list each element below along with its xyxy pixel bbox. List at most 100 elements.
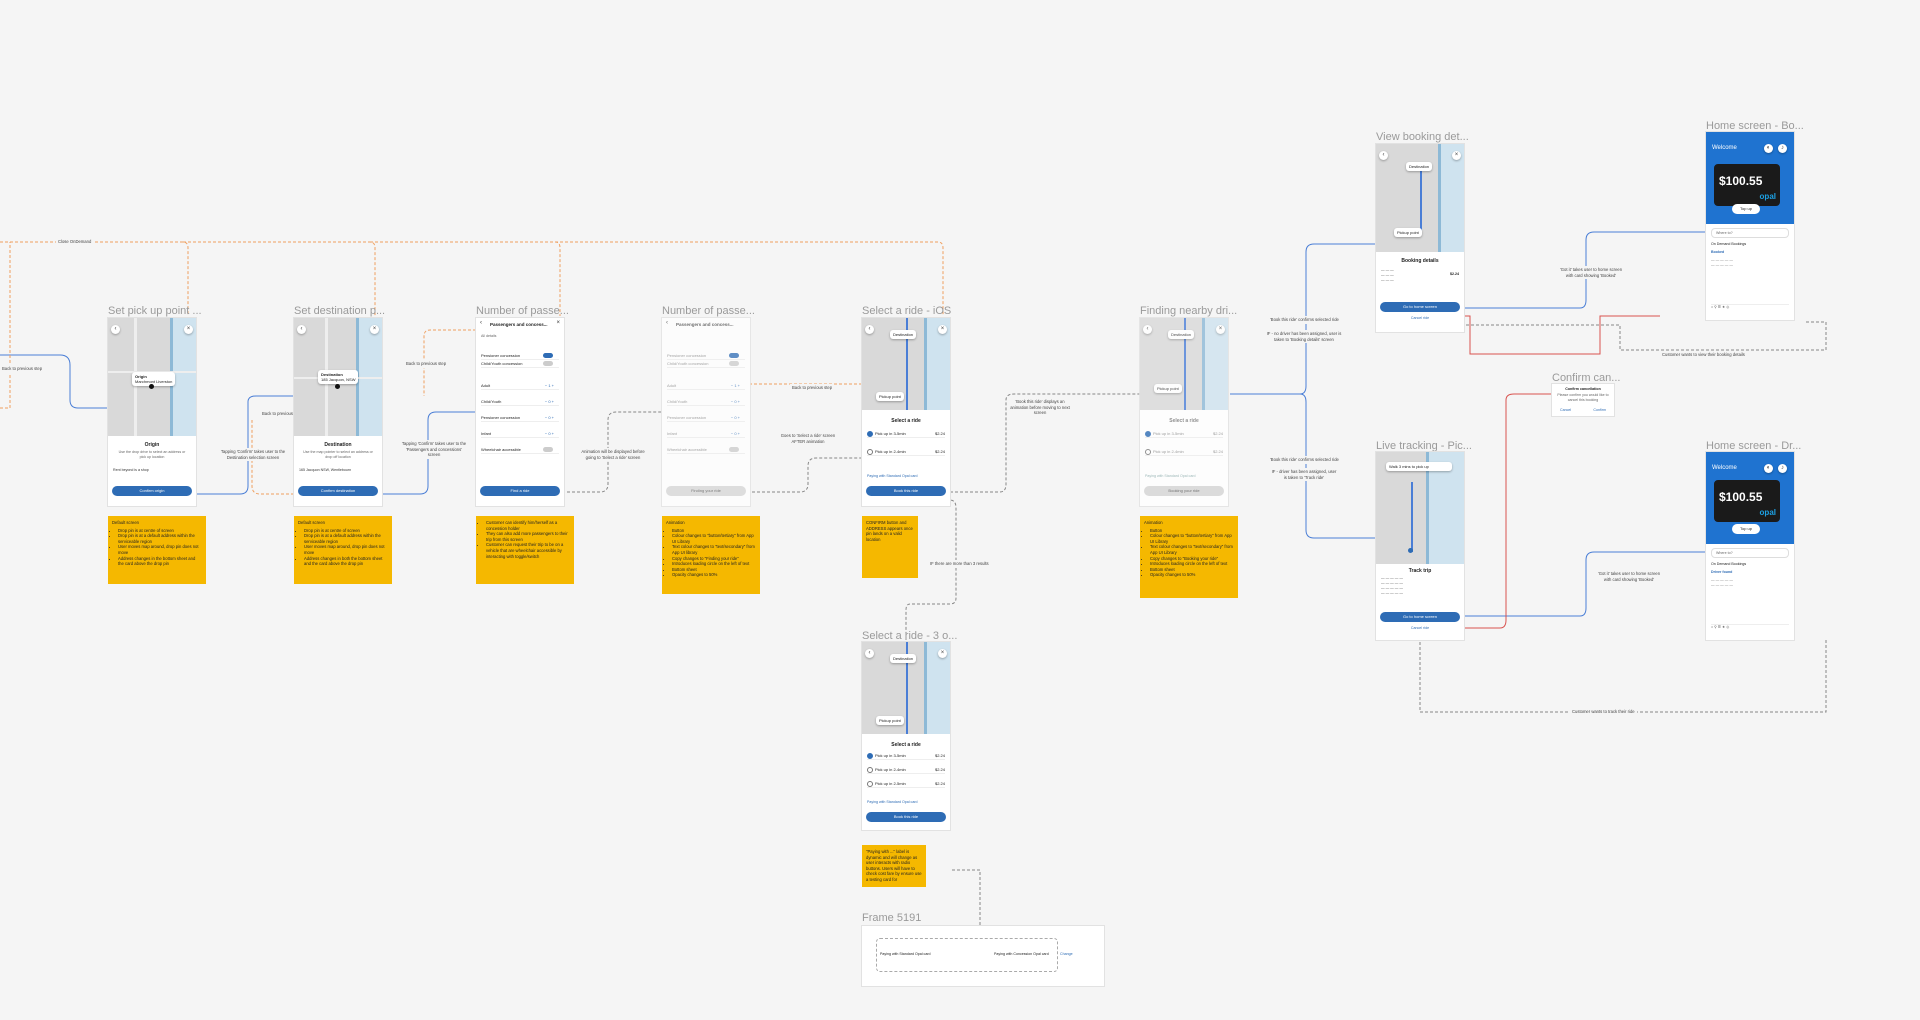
back-icon[interactable]: ‹ [297,325,306,334]
change-link[interactable]: Change [1060,952,1073,957]
booked-badge: Booked [1711,250,1725,254]
ride-option-1[interactable]: Pick up in 3-5min $2.24 [867,752,945,760]
bottom-nav[interactable]: ⌂ ⚲ ☰ ★ ◎ [1711,304,1789,310]
back-icon[interactable]: ‹ [480,320,482,326]
top-up-button[interactable]: Top up [1732,524,1760,534]
frame-label-finding: Finding nearby dri... [1140,305,1238,317]
dialog-confirm-cancellation: Confirm cancellation Please confirm you … [1552,384,1614,416]
frame-label-confirm: Confirm can... [1552,372,1621,384]
opal-card[interactable]: $100.55 opal [1714,164,1780,206]
payment-link[interactable]: Paying with Standard Opal card [1145,474,1196,479]
close-icon[interactable]: × [938,325,947,334]
welcome-text: Welcome [1712,465,1737,471]
confirm-origin-button[interactable]: Confirm origin [112,486,192,496]
book-ride-button[interactable]: Book this ride [866,486,946,496]
close-icon[interactable]: × [556,320,560,326]
passenger-infant: Infant − 0 + [481,430,559,438]
opal-logo: opal [1759,192,1776,201]
sticky-select3: "Paying with ..." label is dynamic and w… [862,845,926,887]
home-screen-button[interactable]: Go to home screen [1380,612,1460,622]
pin-bubble: Origin Marchmont Liverston [132,372,176,386]
phone-view-booking: ‹ × Destination Pickup point Booking det… [1376,144,1464,332]
profile-icon[interactable]: ◐ [1764,464,1773,473]
book-ride-button[interactable]: Book this ride [866,812,946,822]
close-icon[interactable]: × [184,325,193,334]
ride-option-2[interactable]: Pick up in 2-4min $2.24 [867,448,945,456]
passenger-adult: Adult − 1 + [481,382,559,390]
option-child[interactable]: Child/Youth concession [667,360,745,368]
profile-icon[interactable]: ◐ [1764,144,1773,153]
phone-home-driver: Welcome ◐ ♪ $100.55 opal Top up Where to… [1706,452,1794,640]
passenger-pensioner: Pensioner concession − 0 + [481,414,559,422]
confirm-destination-button[interactable]: Confirm destination [298,486,378,496]
note-customer-track: Customer wants to track their ride [1570,708,1637,716]
note-back-prev2: Back to previous step [404,360,449,368]
back-icon[interactable]: ‹ [666,320,668,326]
note-if-more: IF there are more than 3 results [928,560,991,568]
address-field[interactable]: Rent beyond is a shop [113,468,149,473]
option-child[interactable]: Child/Youth concession [481,360,559,368]
frame-label-destination: Set destination p... [294,305,386,317]
back-icon[interactable]: ‹ [865,325,874,334]
passenger-infant: Infant − 0 + [667,430,745,438]
note-back-prev3: Back to previous step [790,384,835,392]
back-icon[interactable]: ‹ [865,649,874,658]
ride-option-2[interactable]: Pick up in 2-4min $2.24 [1145,448,1223,456]
option-wheelchair[interactable]: Wheelchair accessible [667,446,745,454]
bell-icon[interactable]: ♪ [1778,464,1787,473]
pin-bubble: Destination 185 Jacquon, NSW [318,370,359,384]
payment-link[interactable]: Paying with Standard Opal card [867,474,918,479]
back-icon[interactable]: ‹ [1143,325,1152,334]
close-icon[interactable]: × [938,649,947,658]
payment-option-standard[interactable]: Paying with Standard Opal card [880,952,931,957]
driver-badge: Driver found [1711,570,1733,574]
top-up-button[interactable]: Top up [1732,204,1760,214]
cancel-ride-link[interactable]: Cancel ride [1376,316,1464,321]
drop-pin-icon [149,384,154,389]
back-icon[interactable]: ‹ [1379,151,1388,160]
back-icon[interactable]: ‹ [111,325,120,334]
frame-label-select-ios: Select a ride - iOS [862,305,952,317]
search-input[interactable]: Where to? [1711,228,1789,238]
note-goes-to: Goes to 'Select a ride' screen AFTER ani… [776,432,840,445]
close-icon[interactable]: × [1216,325,1225,334]
destination-bubble: Destination [1406,162,1433,171]
payment-option-concession[interactable]: Paying with Concession Opal card [994,952,1049,957]
destination-bubble: Destination [890,654,917,663]
welcome-text: Welcome [1712,145,1737,151]
screen-title: Passengers and concess... [490,322,548,327]
sheet-title: Select a ride [891,742,921,748]
option-pensioner[interactable]: Pensioner concession [667,352,745,360]
note-if-no-driver: IF - no driver has been assigned, user i… [1264,330,1344,343]
option-pensioner[interactable]: Pensioner concession [481,352,559,360]
cancel-button[interactable]: Cancel [1560,408,1571,413]
bell-icon[interactable]: ♪ [1778,144,1787,153]
confirm-button[interactable]: Confirm [1593,408,1606,413]
sheet-desc: Use the drop drive to select an address … [118,450,186,459]
frame-label-5191: Frame 5191 [862,912,922,924]
option-wheelchair[interactable]: Wheelchair accessible [481,446,559,454]
payment-link[interactable]: Paying with Standard Opal card [867,800,918,805]
ride-option-3[interactable]: Pick up in 2-5min $2.24 [867,780,945,788]
bottom-nav[interactable]: ⌂ ⚲ ☰ ★ ◎ [1711,624,1789,630]
ride-option-2[interactable]: Pick up in 2-4min $2.24 [867,766,945,774]
find-ride-button[interactable]: Find a ride [480,486,560,496]
note-close-ondemand: Close OnDemand [56,238,94,246]
sticky-select: CONFIRM button and ADDRESS appears once … [862,516,918,578]
phone-select-ride: ‹ × Destination Pickup point Select a ri… [862,318,950,506]
search-input[interactable]: Where to? [1711,548,1789,558]
phone-destination: ‹ × Destination 185 Jacquon, NSW Destinat… [294,318,382,506]
note-if-driver: IF - driver has been assigned, user is t… [1268,468,1340,481]
address-field[interactable]: 165 Jacquon NSW, Wentlebourn [299,468,351,473]
passenger-pensioner: Pensioner concession − 0 + [667,414,745,422]
cancel-ride-link[interactable]: Cancel ride [1376,626,1464,631]
ride-option-1[interactable]: Pick up in 3-5min $2.24 [867,430,945,438]
close-icon[interactable]: × [1452,151,1461,160]
note-customer-view: Customer wants to view their booking det… [1660,351,1747,359]
close-icon[interactable]: × [370,325,379,334]
ride-option-1[interactable]: Pick up in 3-5min $2.24 [1145,430,1223,438]
opal-card[interactable]: $100.55 opal [1714,480,1780,522]
home-screen-button[interactable]: Go to home screen [1380,302,1460,312]
sticky-destination: Default screen Drop pin is at centre of … [294,516,392,584]
frame-label-view-booking: View booking det... [1376,131,1469,143]
